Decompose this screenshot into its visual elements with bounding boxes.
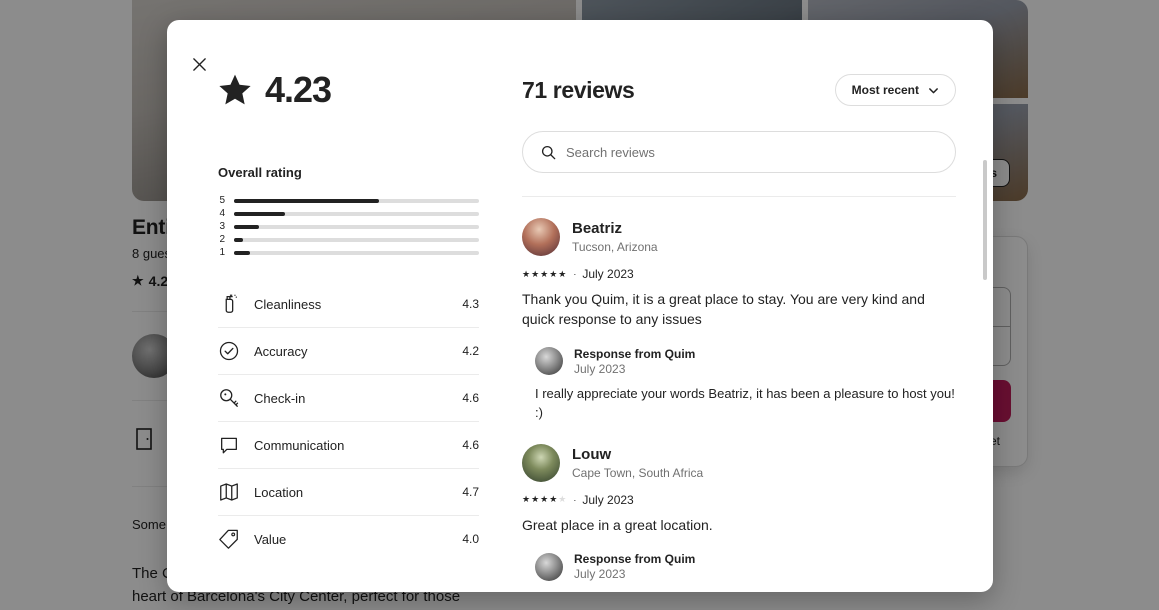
- host-response-date: July 2023: [574, 361, 626, 376]
- category-value: 4.2: [462, 344, 479, 358]
- rating-bar-track: [234, 237, 479, 242]
- category-name: Accuracy: [254, 343, 308, 359]
- rating-distribution: 5 4 3 2 1: [218, 194, 479, 259]
- rating-bar-label: 2: [219, 233, 225, 245]
- rating-bar-label: 3: [219, 220, 225, 232]
- rating-bar-label: 4: [219, 207, 225, 219]
- rating-bar-row: 3: [218, 220, 479, 233]
- review-date: July 2023: [582, 267, 634, 281]
- review-meta: ★★★★★ · July 2023: [522, 493, 956, 507]
- rating-bar-fill: [234, 198, 379, 203]
- star-rating: ★★★★★: [522, 268, 568, 279]
- category-name: Check-in: [254, 390, 306, 406]
- meta-separator: ·: [573, 269, 577, 279]
- host-avatar: [535, 552, 563, 581]
- rating-bar-row: 1: [218, 246, 479, 259]
- category-row-accuracy: Accuracy 4.2: [218, 327, 479, 374]
- tag-icon: [219, 529, 238, 549]
- rating-bar-label: 5: [219, 194, 225, 206]
- check-circle-icon: [219, 341, 239, 361]
- search-input[interactable]: [566, 144, 937, 160]
- rating-bar-fill: [234, 211, 286, 216]
- close-glyph: [192, 57, 206, 71]
- rating-bar-row: 5: [218, 194, 479, 207]
- host-avatar: [535, 347, 563, 376]
- map-icon: [220, 483, 238, 501]
- reviewer-name: Louw: [572, 445, 612, 463]
- sort-dropdown-button[interactable]: Most recent: [834, 74, 956, 106]
- star-rating: ★★★★★: [522, 494, 568, 505]
- category-row-checkin: Check-in 4.6: [218, 374, 479, 421]
- search-reviews-box[interactable]: [522, 131, 956, 173]
- category-name: Communication: [254, 437, 345, 453]
- category-row-value: Value 4.0: [218, 515, 479, 562]
- review-header[interactable]: Beatriz Tucson, Arizona: [522, 218, 956, 256]
- review-date: July 2023: [582, 492, 634, 507]
- category-name: Location: [254, 484, 304, 500]
- reviewer-location: Cape Town, South Africa: [572, 465, 704, 480]
- rating-bar-row: 4: [218, 207, 479, 220]
- chevron-down-icon: [929, 87, 938, 93]
- reviews-list: Beatriz Tucson, Arizona ★★★★★ · July 202…: [522, 197, 956, 592]
- rating-bar-label: 1: [219, 246, 225, 258]
- host-response-text: I really appreciate your words Beatriz, …: [535, 385, 955, 420]
- review-item: Beatriz Tucson, Arizona ★★★★★ · July 202…: [522, 197, 956, 423]
- category-value: 4.6: [462, 391, 479, 405]
- star-icon: [219, 74, 251, 105]
- rating-bar-fill: [234, 224, 259, 229]
- speech-bubble-icon: [221, 437, 237, 454]
- reviews-list-pane[interactable]: 71 reviews Most recent Search reviews Be…: [511, 20, 993, 592]
- scrollbar-thumb[interactable]: [983, 160, 987, 280]
- review-text: Thank you Quim, it is a great place to s…: [522, 291, 925, 328]
- category-value: 4.6: [462, 438, 479, 452]
- overall-rating-label: Overall rating: [218, 165, 302, 180]
- host-response-title: Response from Quim: [574, 551, 696, 566]
- category-row-cleanliness: Cleanliness 4.3: [218, 281, 479, 327]
- meta-separator: ·: [573, 494, 577, 505]
- key-icon: [220, 389, 239, 407]
- reviews-modal: 4.23 Overall rating 5 4 3 2 1 Cleanlines…: [167, 20, 993, 592]
- category-name: Value: [254, 531, 287, 547]
- rating-bar-track: [234, 224, 479, 229]
- rating-bar-track: [234, 250, 479, 255]
- host-response-title: Response from Quim: [574, 346, 696, 361]
- rating-summary-pane: 4.23 Overall rating 5 4 3 2 1 Cleanlines…: [167, 20, 511, 592]
- host-response-date: July 2023: [574, 567, 626, 582]
- category-name: Cleanliness: [254, 296, 322, 312]
- category-ratings: Cleanliness 4.3 Accuracy 4.2 Check-in 4.…: [218, 281, 479, 562]
- host-response-header: Response from Quim July 2023: [535, 347, 956, 376]
- rating-bar-fill: [234, 237, 243, 242]
- category-value: 4.3: [462, 297, 479, 311]
- host-response-text: Was a pleasure!: [535, 590, 955, 592]
- reviews-header: 71 reviews Most recent: [522, 74, 956, 106]
- rating-bar-fill: [234, 250, 250, 255]
- review-text: Great place in a great location.: [522, 516, 713, 533]
- category-value: 4.0: [462, 532, 479, 546]
- rating-bar-track: [234, 198, 479, 203]
- reviewer-name: Beatriz: [572, 220, 623, 237]
- host-response: Response from Quim July 2023 I really ap…: [535, 347, 956, 423]
- category-row-communication: Communication 4.6: [218, 421, 479, 468]
- search-icon: [541, 145, 556, 159]
- rating-bar-track: [234, 211, 479, 216]
- review-header[interactable]: Louw Cape Town, South Africa: [522, 443, 956, 482]
- sort-dropdown-label: Most recent: [851, 83, 919, 97]
- close-icon[interactable]: [183, 48, 215, 80]
- overall-score: 4.23: [265, 69, 332, 110]
- page-root: Show all photos Entire rental unit in Ba…: [0, 0, 1159, 610]
- review-meta: ★★★★★ · July 2023: [522, 267, 956, 281]
- category-value: 4.7: [462, 485, 479, 499]
- spray-bottle-icon: [225, 294, 237, 313]
- host-response-header: Response from Quim July 2023: [535, 552, 956, 581]
- reviews-count-title: 71 reviews: [522, 76, 635, 103]
- reviewer-location: Tucson, Arizona: [572, 240, 658, 254]
- category-row-location: Location 4.7: [218, 468, 479, 515]
- avatar[interactable]: [522, 443, 560, 482]
- overall-score-row: 4.23: [218, 72, 479, 108]
- avatar[interactable]: [522, 218, 560, 256]
- host-response: Response from Quim July 2023 Was a pleas…: [535, 552, 956, 592]
- rating-bar-row: 2: [218, 233, 479, 246]
- review-item: Louw Cape Town, South Africa ★★★★★ · Jul…: [522, 423, 956, 592]
